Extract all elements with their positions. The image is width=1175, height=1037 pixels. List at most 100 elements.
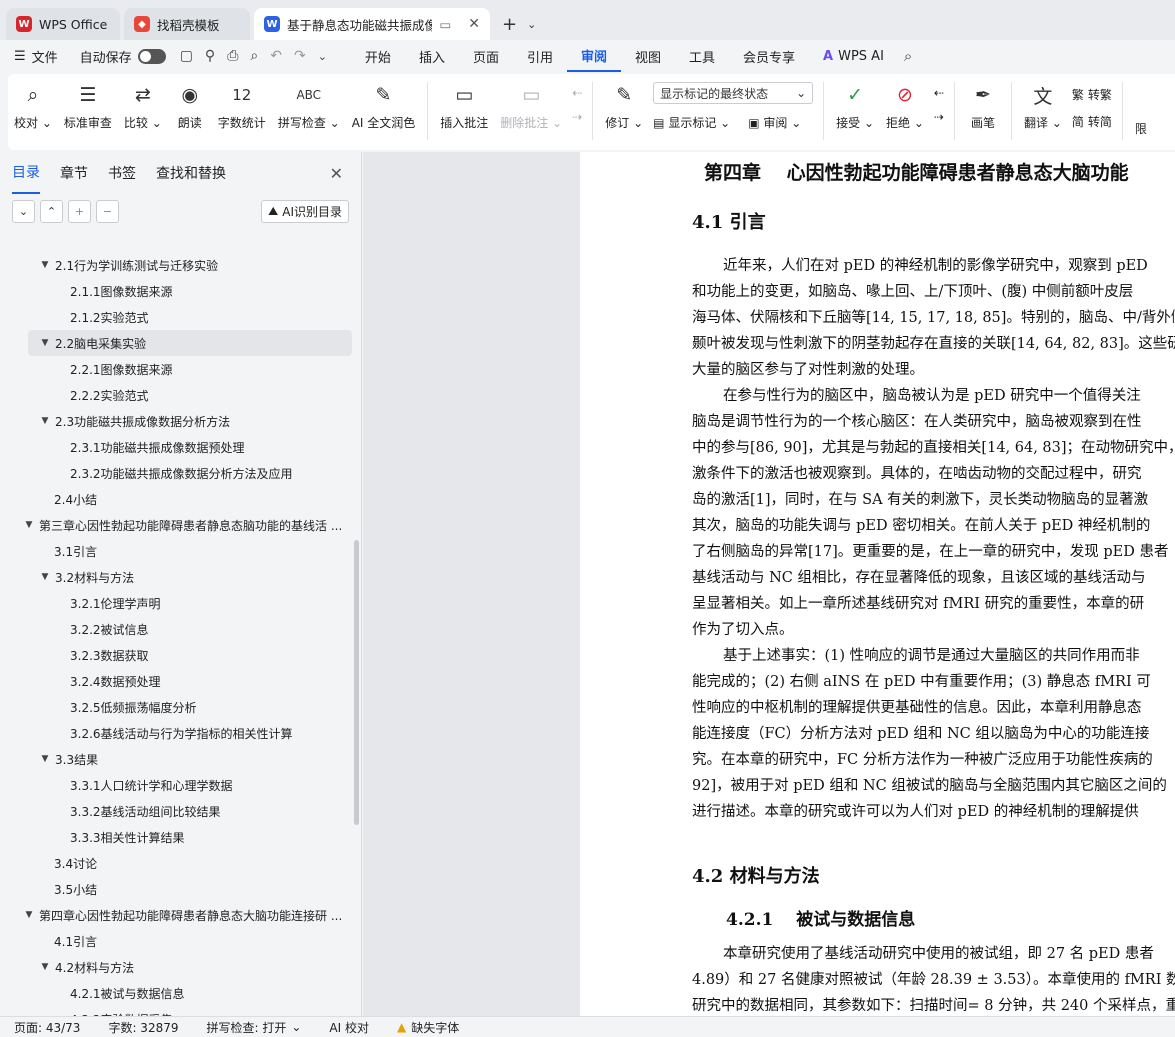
close-pane-icon[interactable]: ✕ [330,164,343,183]
spell-check-status[interactable]: 拼写检查: 打开 ⌄ [193,1019,316,1036]
more-chevron-icon[interactable]: ⌄ [312,50,333,63]
toc-item[interactable]: 4.1引言 [0,928,352,954]
caret-down-icon[interactable]: ▼ [38,962,52,972]
word-count-button[interactable]: 12 字数统计 [212,82,272,131]
menu-insert[interactable]: 插入 [405,40,459,72]
word-count-status[interactable]: 字数: 32879 [94,1019,192,1036]
toc-item[interactable]: 2.3.2功能磁共振成像数据分析方法及应用 [0,460,352,486]
revise-button[interactable]: ✎ 修订 ⌄ [599,82,649,131]
next-change-icon[interactable]: ⇢ [934,110,944,124]
delete-comment-button[interactable]: ▭ 删除批注 ⌄ [494,82,568,131]
search-icon[interactable]: ⌕ [898,47,918,65]
toc-item[interactable]: 3.5小结 [0,876,352,902]
ai-toc-button[interactable]: ⛰ AI识别目录 [261,199,349,223]
caret-down-icon[interactable]: ▼ [38,572,52,582]
caret-down-icon[interactable]: ▼ [22,520,36,530]
caret-down-icon[interactable]: ▼ [38,754,52,764]
panel-tab-find-replace[interactable]: 查找和替换 [156,152,226,194]
toc-item[interactable]: 4.2.1被试与数据信息 [0,980,352,1006]
panel-tab-sections[interactable]: 章节 [60,152,88,194]
new-tab-plus-icon[interactable]: + [502,14,517,35]
insert-comment-button[interactable]: ▭ 插入批注 [434,82,494,131]
panel-tab-bookmarks[interactable]: 书签 [108,152,136,194]
toc-item[interactable]: 3.2.6基线活动与行为学指标的相关性计算 [0,720,352,746]
remove-heading-button[interactable]: − [96,199,119,223]
toc-item[interactable]: 3.2.1伦理学声明 [0,590,352,616]
undo-icon[interactable]: ↶ [264,48,288,64]
reject-button[interactable]: ⊘ 拒绝 ⌄ [880,82,930,131]
document-page[interactable]: 第四章 心因性勃起功能障碍患者静息态大脑功能 4.1 引言 4.2 材料与方法 … [580,152,1175,1016]
collapse-up-button[interactable]: ⌃ [40,199,63,223]
page-count[interactable]: 页面: 43/73 [0,1019,94,1036]
toc-item[interactable]: ▼ 2.3功能磁共振成像数据分析方法 [0,408,352,434]
toc-item[interactable]: 3.2.2被试信息 [0,616,352,642]
ai-check-status[interactable]: AI 校对 [315,1019,383,1036]
toc-item[interactable]: 3.3.3相关性计算结果 [0,824,352,850]
print-preview-icon[interactable]: ⌕ [244,48,264,64]
pen-button[interactable]: ✒ 画笔 [961,82,1005,131]
translate-button[interactable]: 文翻译 ⌄ [1018,82,1068,131]
toc-item[interactable]: 2.2.1图像数据来源 [0,356,352,382]
autosave-toggle[interactable]: 自动保存 [72,40,174,72]
menu-home[interactable]: 开始 [351,40,405,72]
toc-item[interactable]: ▼ 第三章心因性勃起功能障碍患者静息态脑功能的基线活 ... [0,512,352,538]
toc-item[interactable]: ▼ 第四章心因性勃起功能障碍患者静息态大脑功能连接研 ... [0,902,352,928]
toc-item[interactable]: 2.2.2实验范式 [0,382,352,408]
close-tab-icon[interactable]: ✕ [468,16,480,32]
menu-page[interactable]: 页面 [459,40,513,72]
monitor-icon[interactable]: ▭ [439,17,451,32]
accept-button[interactable]: ✓ 接受 ⌄ [830,82,880,131]
tab-document[interactable]: W 基于静息态功能磁共振成像的 ▭ ✕ [254,8,490,40]
toc-item[interactable]: ▼ 2.1行为学训练测试与迁移实验 [0,252,352,278]
file-menu[interactable]: ☰ 文件 [0,40,72,72]
document-canvas[interactable]: 第四章 心因性勃起功能障碍患者静息态大脑功能 4.1 引言 4.2 材料与方法 … [363,152,1175,1016]
menu-tools[interactable]: 工具 [675,40,729,72]
show-mode-select[interactable]: 显示标记的最终状态 ⌄ [653,82,814,104]
missing-font-status[interactable]: ▲ 缺失字体 [383,1019,473,1036]
redo-icon[interactable]: ↷ [288,48,312,64]
caret-down-icon[interactable]: ▼ [38,416,52,426]
toc-item[interactable]: 3.3.2基线活动组间比较结果 [0,798,352,824]
toc-item[interactable]: 2.1.1图像数据来源 [0,278,352,304]
toc-item[interactable]: 2.3.1功能磁共振成像数据预处理 [0,434,352,460]
menu-view[interactable]: 视图 [621,40,675,72]
toc-item[interactable]: ▼ 3.2材料与方法 [0,564,352,590]
limit-button[interactable]: 限 [1129,82,1153,137]
toc-item[interactable]: ▼ 3.3结果 [0,746,352,772]
tab-templates[interactable]: ◆ 找稻壳模板 [124,8,250,40]
menu-member[interactable]: 会员专享 [729,40,809,72]
read-aloud-button[interactable]: ◉ 朗读 [168,82,212,131]
spell-check-button[interactable]: ABC 拼写检查 ⌄ [272,82,346,131]
ai-polish-button[interactable]: ✎ AI 全文润色 [346,82,422,131]
tab-list-chevron-icon[interactable]: ⌄ [527,18,536,31]
caret-down-icon[interactable]: ▼ [22,910,36,920]
show-marks-button[interactable]: ▤ 显示标记 ⌄ [653,114,730,131]
toc-item[interactable]: 3.3.1人口统计学和心理学数据 [0,772,352,798]
toc-item[interactable]: 2.1.2实验范式 [0,304,352,330]
collapse-down-button[interactable]: ⌄ [12,199,35,223]
to-traditional-button[interactable]: 繁转繁 [1072,86,1112,103]
compare-button[interactable]: ⇄ 比较 ⌄ [118,82,168,131]
share-icon[interactable]: ⚲ [199,48,221,64]
menu-reference[interactable]: 引用 [513,40,567,72]
toc-item[interactable]: 3.2.5低频振荡幅度分析 [0,694,352,720]
caret-down-icon[interactable]: ▼ [38,338,52,348]
menu-wps-ai[interactable]: A WPS AI [809,40,898,72]
toc-item[interactable]: 3.1引言 [0,538,352,564]
tab-wps-office[interactable]: W WPS Office [6,8,120,40]
menu-review[interactable]: 审阅 [566,40,621,72]
toc-item[interactable]: 3.2.4数据预处理 [0,668,352,694]
review-pane-button[interactable]: ▣ 审阅 ⌄ [748,114,801,131]
toc-item[interactable]: 3.4讨论 [0,850,352,876]
prev-comment-icon[interactable]: ⇠ [572,86,582,100]
add-heading-button[interactable]: + [68,199,91,223]
to-simplified-button[interactable]: 简转简 [1072,113,1112,130]
standard-review-button[interactable]: ☰ 标准审查 [58,82,118,131]
next-comment-icon[interactable]: ⇢ [572,110,582,124]
toc-item[interactable]: 3.2.3数据获取 [0,642,352,668]
autosave-switch[interactable] [137,48,166,64]
save-icon[interactable]: ▢ [174,48,199,64]
proofread-button[interactable]: ⌕ 校对 ⌄ [8,82,58,131]
panel-tab-toc[interactable]: 目录 [12,152,40,194]
toc-item[interactable]: ▼ 2.2脑电采集实验 [28,330,352,356]
